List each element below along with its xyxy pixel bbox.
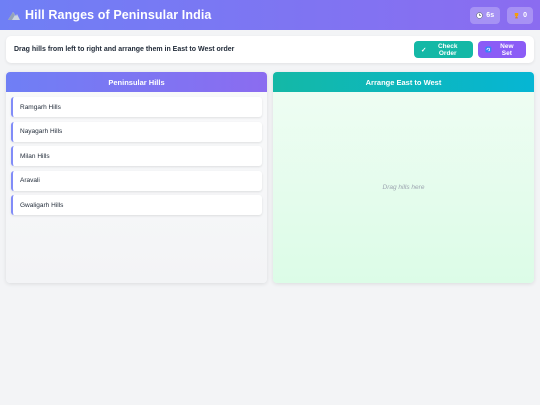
- hill-card[interactable]: Nayagarh Hills: [11, 121, 262, 142]
- mountain-icon: [8, 12, 20, 20]
- new-set-label: New Set: [500, 42, 514, 57]
- hill-card[interactable]: Gwaligarh Hills: [11, 195, 262, 215]
- app-header: Hill Ranges of Peninsular India 6s 0: [0, 0, 540, 30]
- target-panel-title: Arrange East to West: [273, 72, 534, 92]
- app-title: Hill Ranges of Peninsular India: [7, 8, 211, 22]
- score-value: 0: [523, 11, 527, 19]
- drop-placeholder: Drag hills here: [382, 184, 425, 191]
- target-panel[interactable]: Arrange East to West Drag hills here: [273, 72, 534, 283]
- check-order-label: Check Order: [437, 42, 458, 57]
- source-panel: Peninsular Hills Ramgarh Hills Nayagarh …: [6, 72, 267, 283]
- hill-card[interactable]: Aravali: [11, 170, 262, 191]
- score-badge: 0: [507, 6, 533, 24]
- refresh-icon: [485, 46, 492, 53]
- page-title: Hill Ranges of Peninsular India: [25, 8, 212, 22]
- instructions-text: Drag hills from left to right and arrang…: [14, 46, 235, 53]
- instruction-bar: Drag hills from left to right and arrang…: [6, 36, 534, 63]
- hill-card[interactable]: Ramgarh Hills: [11, 97, 262, 117]
- new-set-button[interactable]: New Set: [478, 41, 526, 58]
- source-panel-title: Peninsular Hills: [6, 72, 267, 92]
- hill-list: Ramgarh Hills Nayagarh Hills Milan Hills…: [6, 92, 267, 215]
- hill-card[interactable]: Milan Hills: [11, 146, 262, 166]
- timer-badge: 6s: [470, 6, 501, 24]
- clock-icon: [476, 11, 484, 19]
- timer-value: 6s: [486, 11, 495, 19]
- check-order-button[interactable]: ✓ Check Order: [414, 41, 473, 58]
- trophy-icon: [514, 12, 519, 18]
- check-icon: ✓: [421, 46, 427, 54]
